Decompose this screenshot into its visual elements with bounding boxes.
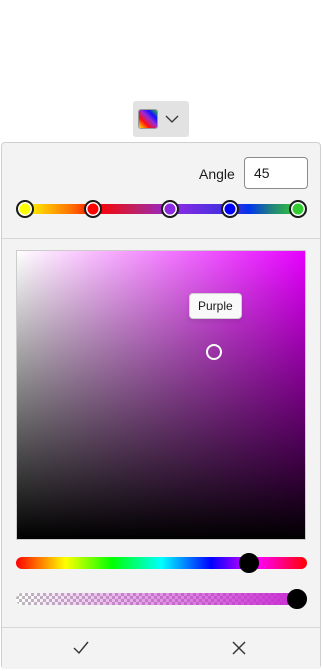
confirm-button[interactable] [2, 628, 161, 669]
close-icon [232, 641, 246, 655]
gradient-stop-3[interactable] [160, 200, 179, 218]
cancel-button[interactable] [161, 628, 320, 669]
flyout-footer [2, 627, 320, 669]
spectrum-gradient [17, 251, 305, 539]
color-name-tooltip: Purple [189, 293, 242, 319]
gradient-stop-1[interactable] [16, 200, 34, 218]
hue-slider-thumb[interactable] [238, 553, 259, 573]
gradient-stop-4[interactable] [220, 200, 239, 218]
gradient-picker-flyout: Angle Purple [1, 142, 321, 669]
checkmark-icon [73, 641, 89, 655]
angle-label: Angle [199, 166, 235, 182]
gradient-stop-5[interactable] [289, 200, 307, 218]
alpha-fill [16, 593, 307, 605]
color-spectrum[interactable]: Purple [16, 250, 306, 540]
divider [2, 238, 320, 239]
gradient-swatch-icon [138, 109, 158, 129]
angle-input[interactable] [244, 157, 308, 189]
alpha-slider-thumb[interactable] [287, 589, 307, 609]
gradient-stop-2[interactable] [84, 200, 103, 218]
alpha-slider[interactable] [16, 593, 307, 605]
gradient-dropdown-button[interactable] [133, 101, 189, 137]
hue-slider[interactable] [16, 553, 307, 573]
chevron-down-icon [165, 115, 179, 123]
spectrum-selection-ring[interactable] [206, 344, 222, 360]
